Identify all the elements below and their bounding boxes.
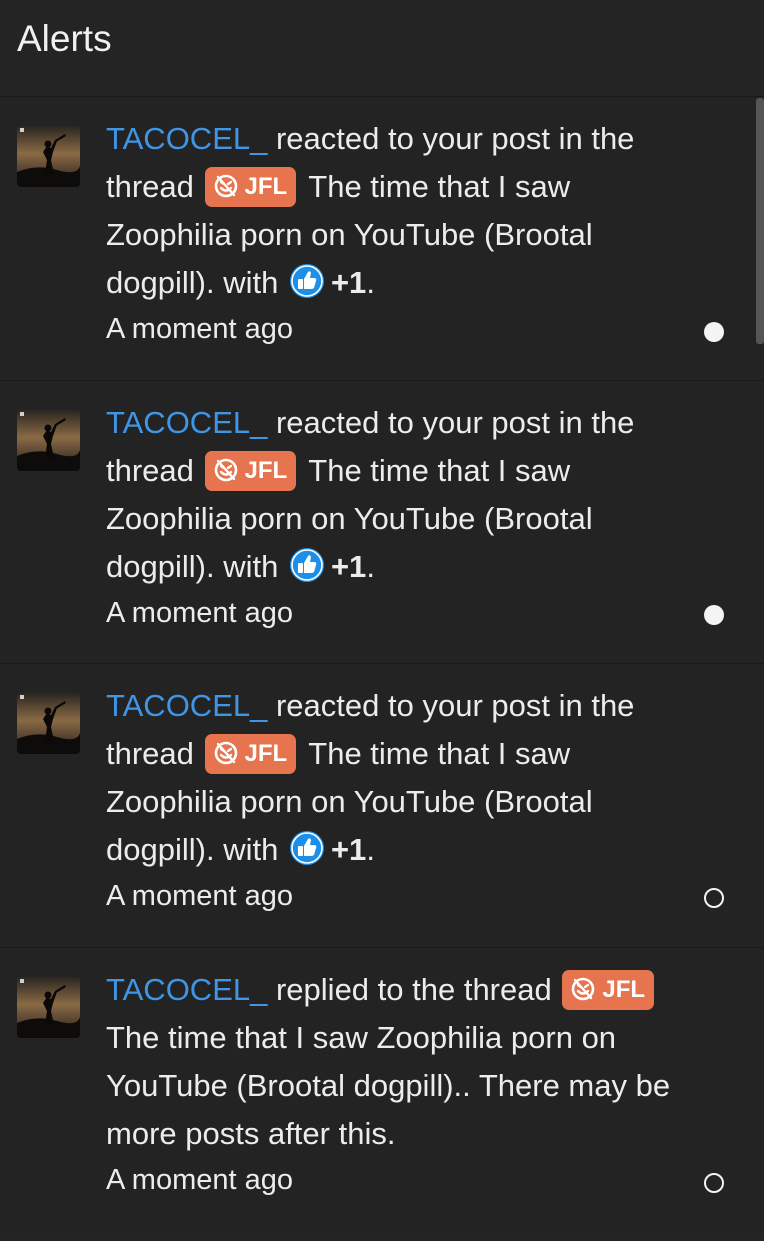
alert-message: TACOCEL_ reacted to your post in the thr… [106,682,704,874]
alert-time: A moment ago [106,313,293,345]
end-punct: . [366,265,375,300]
alerts-list: TACOCEL_ reacted to your post in the thr… [0,96,764,1241]
alert-action: replied to the thread [275,972,552,1007]
thread-prefix-badge[interactable]: JFL [562,970,655,1010]
alert-item[interactable]: TACOCEL_ reacted to your post in the thr… [0,380,764,663]
alert-item[interactable]: TACOCEL_ replied to the thread JFL The t… [0,947,764,1233]
alert-username[interactable]: TACOCEL_ [106,405,267,440]
alert-time: A moment ago [106,597,293,629]
alert-username[interactable]: TACOCEL_ [106,972,267,1007]
alert-username[interactable]: TACOCEL_ [106,121,267,156]
alerts-page: Alerts TACOCEL_ reacted to your post in … [0,0,764,1241]
thumbs-up-icon [289,547,325,583]
alert-time: A moment ago [106,880,293,912]
avatar[interactable] [17,410,80,471]
jfl-icon [213,172,239,212]
end-punct: . [366,549,375,584]
with-text: with [223,832,279,867]
avatar-image [17,410,80,471]
page-header: Alerts [0,0,764,96]
thumbs-up-icon [289,830,325,866]
thumbs-up-icon [289,263,325,299]
jfl-icon [213,456,239,496]
prefix-label: JFL [244,173,288,200]
reaction-label: +1 [330,832,367,867]
alert-message: TACOCEL_ reacted to your post in the thr… [106,399,704,591]
with-text: with [223,265,279,300]
read-indicator[interactable] [704,1173,724,1193]
reaction-label: +1 [330,549,367,584]
with-text: with [223,549,279,584]
thread-prefix-badge[interactable]: JFL [204,734,297,774]
thread-prefix-badge[interactable]: JFL [204,451,297,491]
alert-item[interactable]: TACOCEL_ reacted to your post in the thr… [0,663,764,947]
scrollbar[interactable] [756,98,764,344]
alert-item[interactable]: TACOCEL_ reacted to your post in the thr… [0,96,764,380]
unread-indicator[interactable] [704,322,724,342]
prefix-label: JFL [244,740,288,767]
avatar[interactable] [17,977,80,1038]
jfl-icon [570,975,596,1015]
unread-indicator[interactable] [704,605,724,625]
alert-username[interactable]: TACOCEL_ [106,688,267,723]
end-punct: . [366,832,375,867]
jfl-icon [213,739,239,779]
avatar-image [17,977,80,1038]
read-indicator[interactable] [704,888,724,908]
avatar-image [17,126,80,187]
alert-message: TACOCEL_ reacted to your post in the thr… [106,115,704,307]
reaction-label: +1 [330,265,367,300]
avatar[interactable] [17,693,80,754]
thread-prefix-badge[interactable]: JFL [204,167,297,207]
page-title: Alerts [17,18,112,59]
prefix-label: JFL [602,976,646,1003]
prefix-label: JFL [244,457,288,484]
alert-time: A moment ago [106,1164,293,1196]
alert-message: TACOCEL_ replied to the thread JFL The t… [106,966,704,1158]
avatar-image [17,693,80,754]
avatar[interactable] [17,126,80,187]
